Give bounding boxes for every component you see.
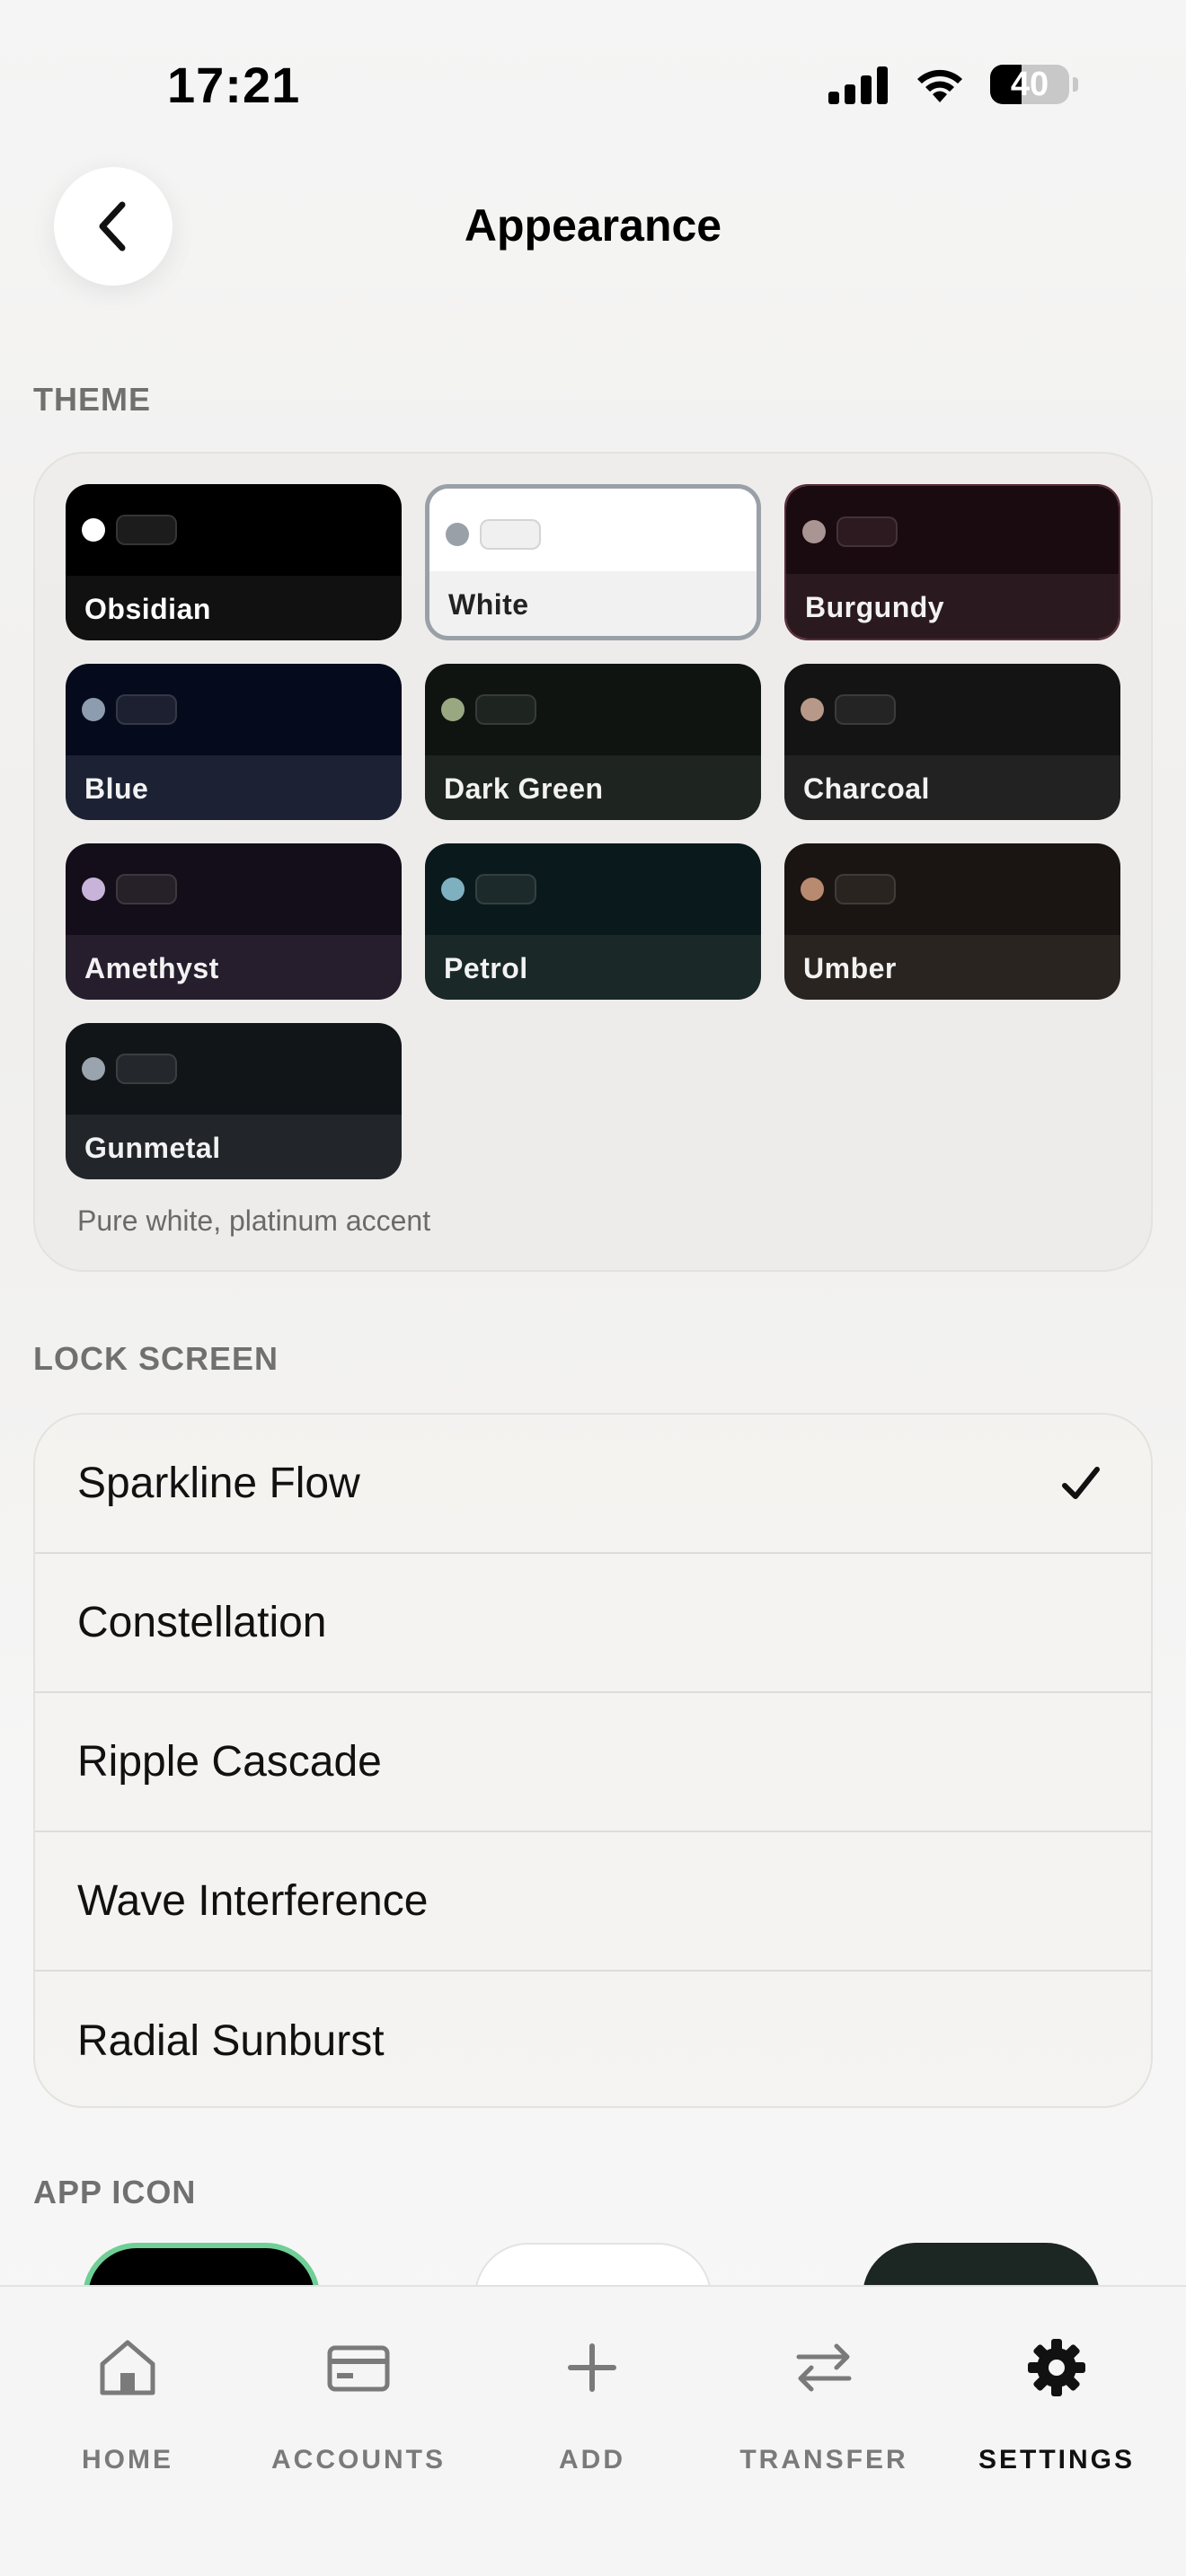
swatch-label: Blue (84, 772, 149, 805)
card-icon (327, 2345, 390, 2392)
tab-bar: HOME ACCOUNTS ADD TRANSFER SETTINGS (0, 2285, 1186, 2576)
preview-pill (116, 874, 177, 904)
theme-swatch-gunmetal[interactable]: Gunmetal (66, 1023, 402, 1179)
lock-screen-option-constellation[interactable]: Constellation (35, 1554, 1151, 1693)
theme-swatch-amethyst[interactable]: Amethyst (66, 843, 402, 1000)
accent-dot (801, 878, 824, 901)
theme-swatch-dark-green[interactable]: Dark Green (425, 664, 761, 820)
lock-screen-option-sparkline-flow[interactable]: Sparkline Flow (35, 1415, 1151, 1554)
cellular-signal-icon (828, 65, 890, 104)
tab-label: SETTINGS (978, 2445, 1135, 2475)
preview-pill (116, 515, 177, 545)
status-bar: 17:21 40 (0, 0, 1186, 171)
preview-pill (475, 874, 536, 904)
tab-label: TRANSFER (739, 2445, 908, 2475)
accent-dot (82, 878, 105, 901)
accent-dot (802, 520, 826, 543)
swatch-label: Obsidian (84, 593, 211, 625)
battery-cap (1073, 77, 1078, 92)
status-time: 17:21 (167, 57, 301, 113)
preview-pill (475, 694, 536, 725)
gear-icon (1028, 2339, 1085, 2396)
accent-dot (82, 518, 105, 542)
preview-pill (836, 516, 898, 547)
preview-pill (835, 694, 896, 725)
swatch-label: Umber (803, 952, 897, 984)
swatch-preview (429, 489, 757, 580)
theme-swatch-blue[interactable]: Blue (66, 664, 402, 820)
lock-screen-option-radial-sunburst[interactable]: Radial Sunburst (35, 1972, 1151, 2106)
swatch-label: Dark Green (444, 772, 604, 805)
lock-screen-option-wave-interference[interactable]: Wave Interference (35, 1832, 1151, 1972)
preview-pill (116, 694, 177, 725)
page-title: Appearance (464, 200, 722, 251)
theme-description: Pure white, platinum accent (77, 1204, 431, 1237)
preview-pill (116, 1054, 177, 1084)
theme-swatch-burgundy[interactable]: Burgundy (784, 484, 1120, 640)
wifi-icon (917, 69, 962, 102)
battery-level: 40 (1010, 65, 1049, 103)
theme-swatch-petrol[interactable]: Petrol (425, 843, 761, 1000)
theme-swatch-white[interactable]: White (425, 484, 761, 640)
swatch-label: Charcoal (803, 772, 930, 805)
tab-transfer[interactable]: TRANSFER (716, 2333, 932, 2475)
plus-icon (568, 2343, 616, 2392)
accent-dot (801, 698, 824, 721)
lock-screen-section-label: LOCK SCREEN (33, 1340, 279, 1377)
checkmark-icon (1062, 1466, 1100, 1499)
accent-dot (82, 698, 105, 721)
app-icon-section-label: APP ICON (33, 2174, 197, 2210)
tab-label: ADD (559, 2445, 625, 2475)
theme-section-label: THEME (33, 381, 151, 418)
theme-swatch-obsidian[interactable]: Obsidian (66, 484, 402, 640)
status-icons: 40 (828, 65, 1078, 104)
battery-icon: 40 (990, 65, 1069, 104)
accent-dot (82, 1057, 105, 1081)
swatch-label: Amethyst (84, 952, 219, 984)
theme-card: Obsidian White Burgundy Blue Dark Green Charc… (33, 452, 1153, 1272)
lock-screen-option-label: Wave Interference (77, 1877, 429, 1925)
tab-add[interactable]: ADD (484, 2333, 700, 2475)
swatch-label: Burgundy (805, 591, 945, 623)
tab-settings[interactable]: SETTINGS (949, 2333, 1164, 2475)
accent-dot (446, 523, 469, 546)
swatch-label: Gunmetal (84, 1132, 221, 1164)
lock-screen-option-label: Ripple Cascade (77, 1738, 382, 1786)
theme-swatch-umber[interactable]: Umber (784, 843, 1120, 1000)
tab-accounts[interactable]: ACCOUNTS (251, 2333, 466, 2475)
lock-screen-list: Sparkline Flow Constellation Ripple Cascad… (33, 1413, 1153, 2108)
lock-screen-option-ripple-cascade[interactable]: Ripple Cascade (35, 1693, 1151, 1832)
tab-label: HOME (82, 2445, 173, 2475)
preview-pill (480, 519, 541, 550)
swatch-label: White (448, 588, 529, 621)
accent-dot (441, 878, 465, 901)
transfer-icon (796, 2343, 852, 2392)
theme-swatch-charcoal[interactable]: Charcoal (784, 664, 1120, 820)
accent-dot (441, 698, 465, 721)
swatch-label: Petrol (444, 952, 528, 984)
tab-label: ACCOUNTS (271, 2445, 446, 2475)
preview-pill (835, 874, 896, 904)
tab-home[interactable]: HOME (20, 2333, 235, 2475)
lock-screen-option-label: Sparkline Flow (77, 1460, 360, 1507)
lock-screen-option-label: Constellation (77, 1599, 327, 1646)
lock-screen-option-label: Radial Sunburst (77, 2017, 385, 2065)
home-icon (100, 2340, 155, 2395)
